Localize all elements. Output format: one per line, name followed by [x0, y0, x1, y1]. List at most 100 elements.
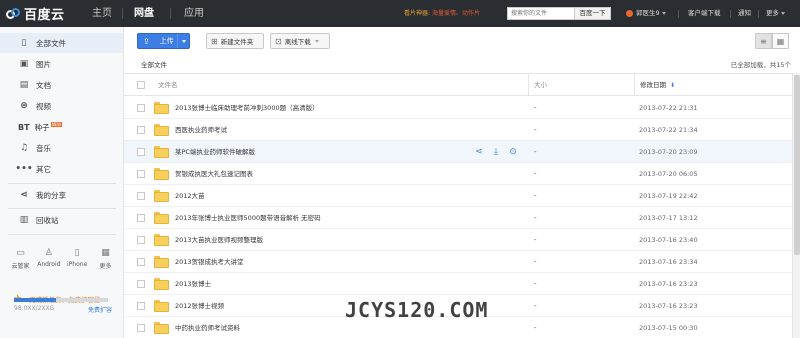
watermark: JCYS120.COM: [345, 298, 489, 322]
file-name[interactable]: 2013大苗执业医师视频整理版: [175, 229, 263, 251]
expand-quota-link[interactable]: 免费扩容: [88, 305, 112, 314]
device-iphone[interactable]: ▯ iPhone: [65, 248, 90, 270]
row-checkbox[interactable]: [137, 236, 145, 244]
table-row[interactable]: 2013张博士临床助理考前冲刺3000题（高清版） - 2013-07-22 21:…: [124, 97, 792, 119]
folder-icon: [154, 278, 169, 290]
grid-view-icon[interactable]: ▦: [772, 33, 789, 49]
table-row[interactable]: 贺银成执医大礼包速记图表 - 2013-07-20 06:05: [124, 163, 792, 185]
sidebar-item-recycle-bin[interactable]: ▥ 回收站: [0, 210, 123, 230]
table-row[interactable]: 2013年张博士执业医师5000题带语音解析 无密码 - 2013-07-17 13…: [124, 207, 792, 229]
file-name[interactable]: 2013年张博士执业医师5000题带语音解析 无密码: [175, 207, 321, 229]
chevron-down-icon: [181, 39, 186, 43]
more-link[interactable]: 更多: [766, 0, 785, 27]
nav-apps[interactable]: 应用: [184, 0, 204, 27]
notifications-link[interactable]: 通知: [738, 0, 751, 27]
sidebar-item-documents[interactable]: ▤ 文档: [0, 75, 123, 95]
baidu-cloud-logo[interactable]: 百度云: [6, 5, 65, 23]
file-name[interactable]: 2013贺银成执考大讲堂: [175, 251, 244, 273]
device-pc[interactable]: ▭ 云管家: [8, 248, 33, 270]
row-checkbox[interactable]: [137, 324, 145, 332]
share-icon[interactable]: ⋖: [474, 146, 484, 157]
file-date: 2013-07-16 23:23: [639, 302, 698, 310]
row-actions: ⋖ ⤓ ⊙: [474, 146, 518, 157]
row-checkbox[interactable]: [137, 192, 145, 200]
search-box: 百度一下: [507, 7, 611, 20]
table-row[interactable]: 2013大苗执业医师视频整理版 - 2013-07-16 23:40: [124, 229, 792, 251]
user-menu[interactable]: 郭医生9: [626, 0, 666, 27]
table-row[interactable]: 某PC端执业药师软件破解版 ⋖ ⤓ ⊙ - 2013-07-20 23:09: [124, 141, 792, 163]
row-checkbox[interactable]: [137, 170, 145, 178]
sidebar-item-music[interactable]: ♫ 音乐: [0, 138, 123, 158]
file-name[interactable]: 某PC端执业药师软件破解版: [175, 141, 255, 163]
file-name[interactable]: 2012大苗: [175, 185, 205, 207]
divider: [8, 208, 116, 209]
select-all-checkbox[interactable]: [137, 81, 145, 89]
sidebar-item-images[interactable]: ▣ 图片: [0, 54, 123, 74]
file-name[interactable]: 中药执业药师考试资料: [175, 317, 240, 338]
file-date: 2013-07-16 23:40: [639, 236, 698, 244]
file-name[interactable]: 西医执业药师考试: [175, 119, 227, 141]
bt-icon: BT: [18, 122, 30, 132]
promo-label: 看片神器:: [404, 10, 431, 17]
upload-button[interactable]: ⇪ 上传: [137, 33, 190, 49]
download-icon: ⊡: [275, 36, 282, 46]
file-name[interactable]: 2012张博士视频: [175, 295, 224, 317]
column-size[interactable]: 大小: [534, 74, 547, 96]
nav-netdisk[interactable]: 网盘: [134, 0, 154, 27]
download-icon[interactable]: ⤓: [491, 146, 501, 157]
nav-home[interactable]: 主页: [92, 0, 112, 27]
row-checkbox[interactable]: [137, 258, 145, 266]
file-name[interactable]: 2013张博士: [175, 273, 211, 295]
row-checkbox[interactable]: [137, 104, 145, 112]
breadcrumb[interactable]: 全部文件: [141, 59, 167, 69]
sidebar-item-label: 全部文件: [36, 38, 66, 48]
table-row[interactable]: 2012大苗 - 2013-07-19 22:42: [124, 185, 792, 207]
sidebar-item-my-shares[interactable]: ⋖ 我的分享: [0, 185, 123, 205]
table-row[interactable]: 西医执业药师考试 - 2013-07-22 21:34: [124, 119, 792, 141]
sidebar: ▯ 全部文件 ▣ 图片 ▤ 文档 ⊛ 视频 BT 种子 NEW ♫ 音乐 •••…: [0, 27, 124, 338]
device-more[interactable]: ▦ 更多: [93, 248, 118, 270]
table-row[interactable]: 2013张博士 - 2013-07-16 23:23: [124, 273, 792, 295]
table-row[interactable]: 2013贺银成执考大讲堂 - 2013-07-16 23:34: [124, 251, 792, 273]
search-input[interactable]: [507, 7, 575, 20]
file-size: -: [534, 148, 537, 156]
list-view-icon[interactable]: ≡: [755, 33, 772, 49]
folder-icon: [154, 190, 169, 202]
file-date: 2013-07-20 23:09: [639, 148, 698, 156]
sidebar-item-all-files[interactable]: ▯ 全部文件: [0, 33, 123, 53]
row-checkbox[interactable]: [137, 280, 145, 288]
sidebar-item-torrents[interactable]: BT 种子 NEW: [0, 117, 123, 137]
file-date: 2013-07-19 22:42: [639, 192, 698, 200]
file-name[interactable]: 贺银成执医大礼包速记图表: [175, 163, 253, 185]
upload-dropdown[interactable]: [177, 34, 189, 48]
sidebar-item-other[interactable]: ••• 其它: [0, 159, 123, 179]
new-folder-icon: ⊞: [211, 36, 218, 46]
scrollbar[interactable]: [792, 73, 800, 338]
row-checkbox[interactable]: [137, 302, 145, 310]
promo-link[interactable]: 看片神器: 海量爱情、动作片: [404, 0, 480, 27]
device-android[interactable]: ♙ Android: [36, 248, 61, 270]
file-name[interactable]: 2013张博士临床助理考前冲刺3000题（高清版）: [175, 97, 319, 119]
offline-download-button[interactable]: ⊡ 离线下载: [270, 33, 330, 49]
new-folder-button[interactable]: ⊞ 新建文件夹: [206, 33, 264, 49]
device-label: iPhone: [67, 261, 88, 268]
row-checkbox[interactable]: [137, 126, 145, 134]
folder-icon: [154, 168, 169, 180]
file-date: 2013-07-20 06:05: [639, 170, 698, 178]
android-icon: ♙: [44, 248, 53, 258]
column-name[interactable]: 文件名: [158, 74, 178, 96]
row-checkbox[interactable]: [137, 148, 145, 156]
promo-text: 海量爱情、动作片: [431, 10, 480, 17]
client-download-link[interactable]: 客户端下载: [688, 0, 721, 27]
column-date[interactable]: 修改日期 ⬇: [640, 74, 675, 97]
search-button[interactable]: 百度一下: [575, 7, 611, 20]
monitor-icon: ▭: [16, 248, 25, 258]
cloud-logo-icon: [6, 7, 21, 20]
scrollbar-thumb[interactable]: [794, 75, 800, 255]
sidebar-item-videos[interactable]: ⊛ 视频: [0, 96, 123, 116]
more-options-icon[interactable]: ⊙: [508, 146, 518, 157]
file-date: 2013-07-15 00:30: [639, 324, 698, 332]
sidebar-item-label: 其它: [36, 164, 51, 174]
file-date: 2013-07-16 23:23: [639, 280, 698, 288]
row-checkbox[interactable]: [137, 214, 145, 222]
